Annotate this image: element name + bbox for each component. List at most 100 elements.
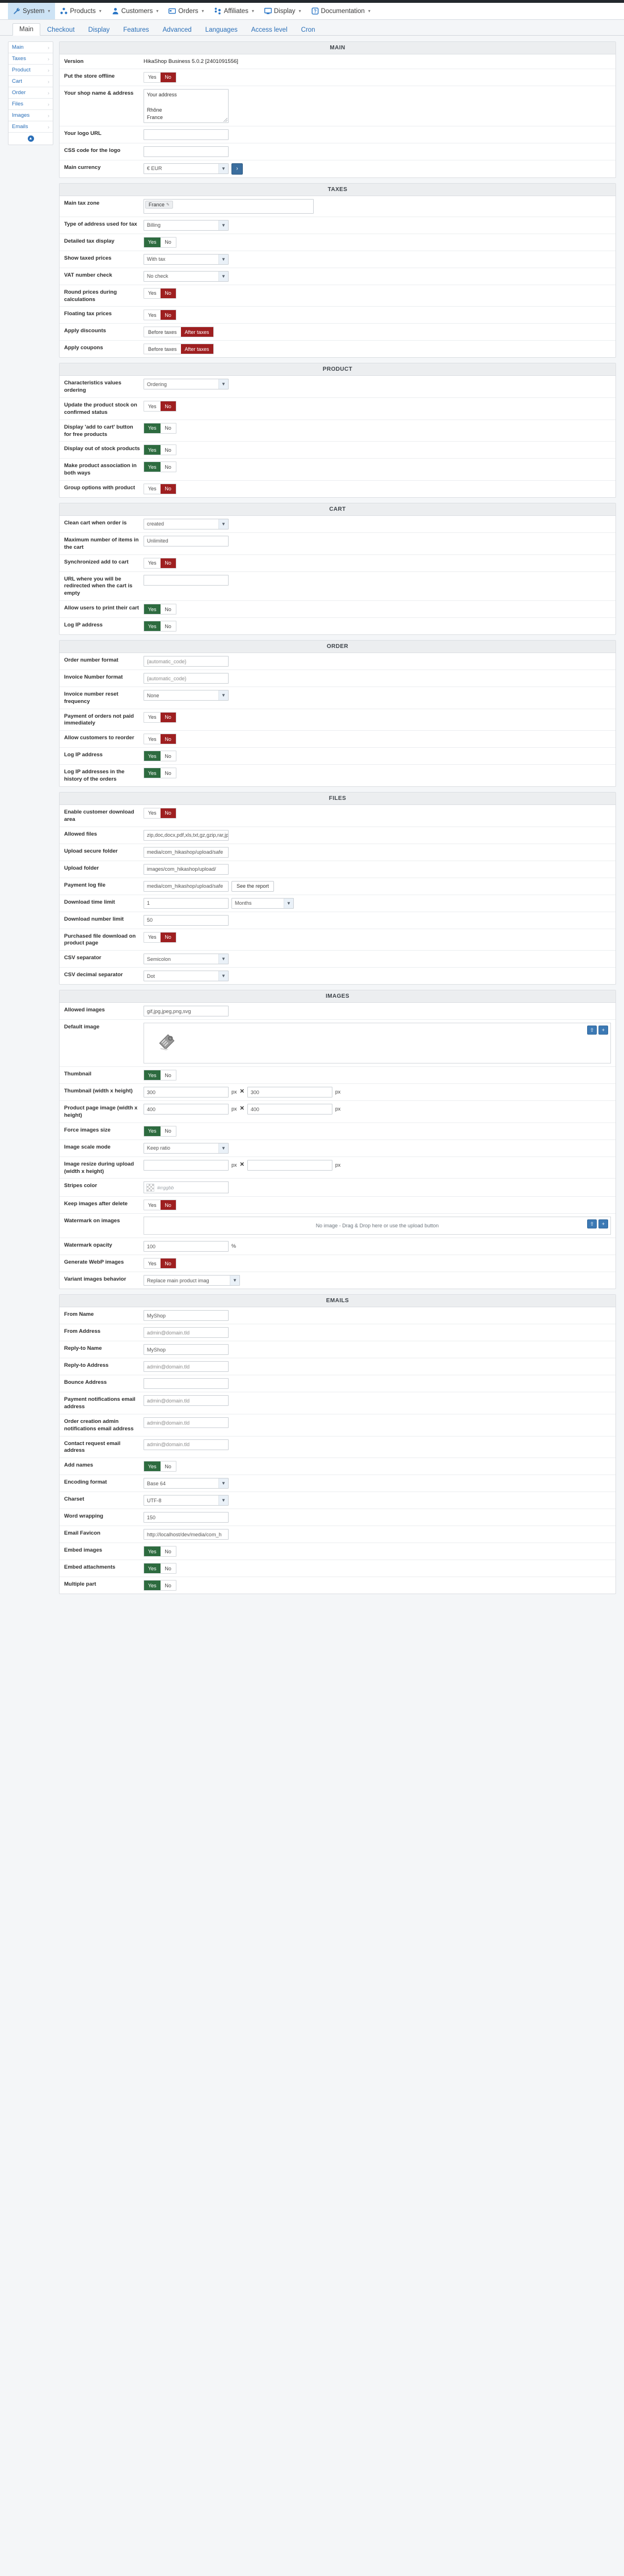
pencil-icon[interactable]: ✎ [166,202,170,207]
sidebar-item-cart[interactable]: Cart › [9,76,53,87]
from-name-input[interactable]: MyShop [144,1310,229,1321]
payment-log-file-input[interactable]: media/com_hikashop/upload/safe [144,880,229,892]
toggle-yes[interactable]: Yes [144,462,161,472]
generate-webp-toggle[interactable]: Yes No [144,1258,176,1269]
update-stock-toggle[interactable]: Yes No [144,401,176,412]
toggle-no[interactable]: No [160,1126,176,1136]
payment-not-paid-toggle[interactable]: Yes No [144,711,176,723]
add-icon[interactable]: + [598,1219,608,1229]
thumbnail-width-input[interactable]: 300 [144,1087,229,1098]
toggle-yes[interactable]: Yes [144,484,161,494]
toggle-yes[interactable]: Yes [144,712,161,722]
toggle-no[interactable]: No [160,808,176,818]
download-time-limit-input[interactable]: 1 [144,897,229,909]
toggle-yes[interactable]: Yes [144,1200,161,1210]
allowed-images-input[interactable]: gif,jpg,jpeg,png,svg [144,1006,229,1017]
see-the-report-button[interactable]: See the report [231,880,275,892]
toggle-no[interactable]: No [160,1259,176,1269]
order-notifications-email-input[interactable]: admin@domain.tld [144,1417,229,1428]
store-offline-toggle[interactable]: Yes No [144,71,176,83]
apply-discounts-toggle[interactable]: Before taxes After taxes [144,327,214,338]
toggle-no[interactable]: No [160,72,176,82]
cart-log-ip-toggle[interactable]: Yes No [144,621,176,632]
multiple-part-toggle[interactable]: Yes No [144,1580,176,1591]
tab-features[interactable]: Features [116,24,155,36]
download-area-toggle[interactable]: Yes No [144,807,176,819]
toggle-no[interactable]: No [160,423,176,433]
toggle-yes[interactable]: Yes [144,72,161,82]
max-items-input[interactable]: Unlimited [144,535,229,546]
embed-images-toggle[interactable]: Yes No [144,1546,176,1557]
toggle-no[interactable]: No [160,604,176,614]
free-products-cart-toggle[interactable]: Yes No [144,422,176,434]
reply-to-name-input[interactable]: MyShop [144,1344,229,1355]
payment-notifications-email-input[interactable]: admin@domain.tld [144,1395,229,1406]
allowed-files-input[interactable]: zip,doc,docx,pdf,xls,txt,gz,gzip,rar,jpg [144,829,229,841]
image-resize-height-input[interactable] [247,1159,332,1171]
email-favicon-input[interactable]: http://localhost/dev/media/com_h [144,1529,229,1540]
group-options-toggle[interactable]: Yes No [144,483,176,494]
tab-display[interactable]: Display [82,24,117,36]
tab-cron[interactable]: Cron [294,24,322,36]
print-cart-toggle[interactable]: Yes No [144,604,176,615]
tab-advanced[interactable]: Advanced [156,24,199,36]
upload-icon[interactable]: ⇧ [587,1219,597,1229]
tab-access-level[interactable]: Access level [244,24,294,36]
product-image-height-input[interactable]: 400 [247,1104,332,1115]
upload-folder-input[interactable]: images/com_hikashop/upload/ [144,863,229,875]
floating-tax-toggle[interactable]: Yes No [144,310,176,321]
embed-attachments-toggle[interactable]: Yes No [144,1563,176,1574]
menu-item-affiliates[interactable]: Affiliates ▾ [209,3,259,19]
toggle-no[interactable]: No [160,621,176,631]
sidebar-item-product[interactable]: Product › [9,65,53,76]
main-currency-select[interactable]: € EUR ▼ [144,163,229,174]
csv-separator-select[interactable]: Semicolon ▼ [144,954,229,965]
toggle-yes[interactable]: Yes [144,1564,161,1574]
address-type-select[interactable]: Billing ▼ [144,219,229,231]
order-history-log-ip-toggle[interactable]: Yes No [144,768,176,779]
toggle-no[interactable]: No [160,1581,176,1591]
toggle-no[interactable]: No [160,558,176,568]
apply-coupons-toggle[interactable]: Before taxes After taxes [144,344,214,355]
watermark-dropzone[interactable]: No image - Drag & Drop here or use the u… [144,1217,611,1235]
menu-item-customers[interactable]: Customers ▾ [107,3,164,19]
force-images-size-toggle[interactable]: Yes No [144,1125,176,1137]
toggle-yes[interactable]: Yes [144,558,161,568]
toggle-no[interactable]: No [160,751,176,761]
toggle-yes[interactable]: Yes [144,1259,161,1269]
sidebar-item-files[interactable]: Files › [9,99,53,110]
invoice-number-format-input[interactable]: {automatic_code} [144,673,229,684]
thumbnail-height-input[interactable]: 300 [247,1087,332,1098]
variant-images-behavior-select[interactable]: Replace main product imag ▼ [144,1275,240,1286]
toggle-no[interactable]: No [160,462,176,472]
toggle-yes[interactable]: Yes [144,621,161,631]
order-log-ip-toggle[interactable]: Yes No [144,751,176,762]
show-taxed-prices-select[interactable]: With tax ▼ [144,253,229,265]
toggle-yes[interactable]: Yes [144,1461,161,1472]
toggle-no[interactable]: No [160,310,176,320]
toggle-no[interactable]: No [160,932,176,942]
toggle-yes[interactable]: Yes [144,288,161,298]
keep-images-toggle[interactable]: Yes No [144,1200,176,1211]
sidebar-item-taxes[interactable]: Taxes › [9,53,53,65]
toggle-no[interactable]: No [160,734,176,744]
toggle-yes[interactable]: Yes [144,1581,161,1591]
toggle-no[interactable]: No [160,445,176,455]
menu-item-display[interactable]: Display ▾ [259,3,306,19]
word-wrapping-input[interactable]: 150 [144,1512,229,1523]
vat-number-check-select[interactable]: No check ▼ [144,270,229,282]
purchased-file-download-toggle[interactable]: Yes No [144,931,176,943]
upload-icon[interactable]: ⇧ [587,1026,597,1035]
tab-main[interactable]: Main [12,23,40,36]
menu-item-documentation[interactable]: Documentation ▾ [306,3,376,19]
toggle-yes[interactable]: Yes [144,734,161,744]
toggle-no[interactable]: No [160,712,176,722]
currency-go-button[interactable]: › [231,163,243,175]
encoding-format-select[interactable]: Base 64 ▼ [144,1478,229,1489]
toggle-yes[interactable]: Yes [144,1547,161,1557]
shop-address-textarea[interactable]: Your address Rhône France [144,88,229,123]
toggle-no[interactable]: No [160,401,176,412]
csv-decimal-separator-select[interactable]: Dot ▼ [144,971,229,982]
sidebar-item-emails[interactable]: Emails › [9,121,53,133]
toggle-yes[interactable]: Yes [144,1126,161,1136]
